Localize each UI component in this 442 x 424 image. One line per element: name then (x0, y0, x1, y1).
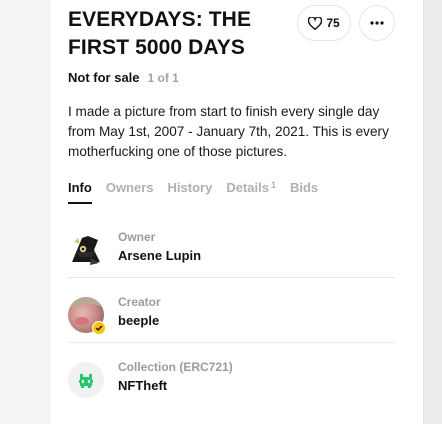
tab-info[interactable]: Info (68, 180, 92, 204)
sale-status-row: Not for sale 1 of 1 (68, 70, 179, 85)
like-button[interactable]: 75 (297, 5, 351, 41)
artwork-title: EVERYDAYS: THE FIRST 5000 DAYS (68, 8, 252, 59)
divider (68, 342, 395, 343)
page-edge (423, 0, 442, 424)
tab-history[interactable]: History (168, 180, 213, 204)
creator-label: Creator (118, 295, 161, 309)
artwork-description: I made a picture from start to finish ev… (68, 104, 389, 159)
collection-row[interactable]: Collection (ERC721) NFTheft (68, 352, 395, 406)
edition-count: 1 of 1 (147, 71, 179, 85)
owner-row[interactable]: Owner Arsene Lupin (68, 222, 395, 276)
top-hat-avatar-icon (68, 232, 104, 268)
collection-name[interactable]: NFTheft (118, 378, 167, 393)
creator-row[interactable]: Creator beeple (68, 287, 395, 341)
info-tabs: Info Owners History Details 1 Bids (68, 180, 318, 204)
like-count: 75 (326, 16, 340, 30)
details-count: 1 (270, 180, 276, 190)
verified-badge-icon (92, 321, 106, 335)
tab-bids[interactable]: Bids (290, 180, 318, 204)
more-options-button[interactable] (359, 5, 395, 41)
creator-name[interactable]: beeple (118, 313, 159, 328)
tab-details[interactable]: Details 1 (226, 180, 276, 204)
ellipsis-icon (370, 21, 384, 25)
green-invader-logo-icon (68, 362, 104, 398)
tab-owners[interactable]: Owners (106, 180, 154, 204)
heart-icon (308, 16, 323, 30)
artwork-info-panel: EVERYDAYS: THE FIRST 5000 DAYS 75 Not fo… (51, 0, 423, 424)
divider (68, 277, 395, 278)
owner-label: Owner (118, 230, 156, 244)
collection-label: Collection (ERC721) (118, 360, 233, 374)
owner-name[interactable]: Arsene Lupin (118, 248, 201, 263)
sale-status: Not for sale (68, 70, 140, 85)
